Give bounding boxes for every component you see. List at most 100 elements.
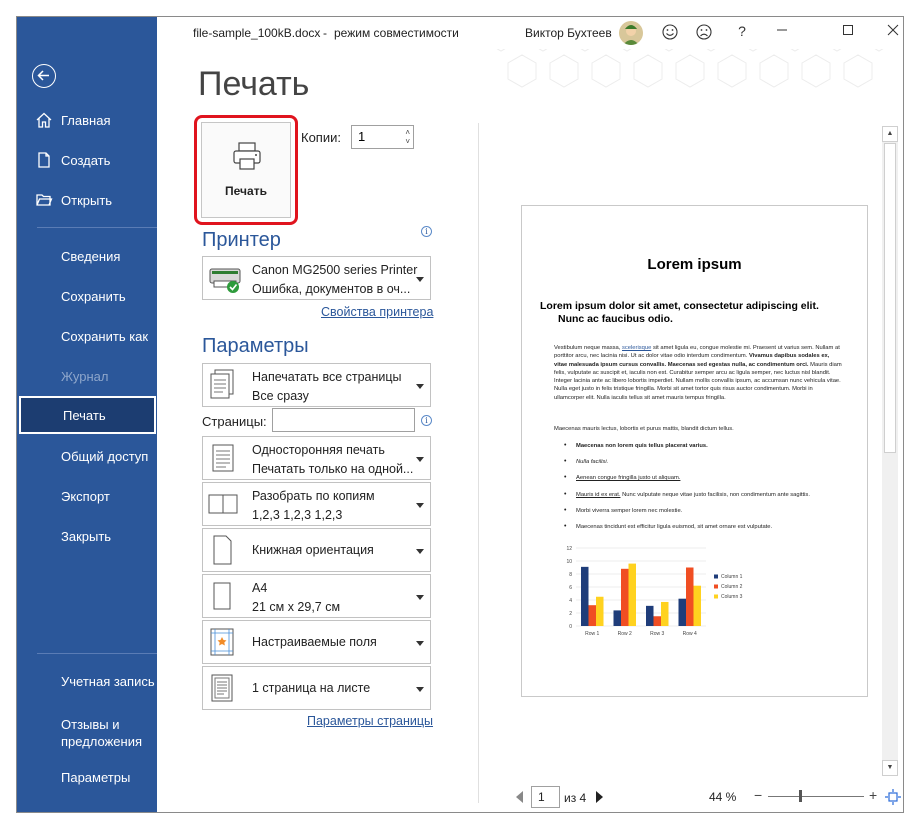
sidebar-item-close[interactable]: Закрыть [17,517,157,555]
list-item-text: Aenean congue fringilla justo ut aliquam… [576,475,681,482]
collate-dropdown[interactable]: Разобрать по копиям 1,2,3 1,2,3 1,2,3 [202,482,431,526]
sidebar-item-export[interactable]: Экспорт [17,477,157,515]
next-page-icon[interactable] [595,790,605,804]
setting-line1: A4 [252,581,268,595]
chart-legend-swatch [714,594,718,599]
chevron-up-icon[interactable]: ˄ [405,128,410,137]
page-title: Печать [198,65,310,103]
chevron-down-icon [416,503,424,508]
sidebar-item-home[interactable]: Главная [17,101,157,139]
sidebar-item-label: Учетная запись [61,673,155,689]
sidebar-item-label: Закрыть [61,528,112,544]
sidebar-item-label: Общий доступ [61,448,149,464]
fit-to-window-icon[interactable] [885,789,901,805]
doc-paragraph-2: Maecenas mauris lectus, lobortis et puru… [554,426,734,432]
user-name[interactable]: Виктор Бухтеев [525,26,612,40]
sidebar-item-save[interactable]: Сохранить [17,277,157,315]
printer-status: Ошибка, документов в оч... [252,282,411,296]
setting-line2: 21 см x 29,7 см [252,600,341,614]
page-number-input[interactable]: 1 [531,786,560,808]
maximize-icon[interactable] [838,23,858,43]
help-button[interactable]: ? [732,23,752,43]
printer-dropdown[interactable]: Canon MG2500 series Printer Ошибка, доку… [202,256,431,300]
chart-y-tick-label: 10 [566,559,572,565]
chart-legend-swatch [714,584,718,589]
sidebar-item-print[interactable]: Печать [19,396,156,434]
chart-bar [621,568,629,626]
margins-dropdown[interactable]: Настраиваемые поля [202,620,431,664]
word-window: Главная Создать Открыть Сведения Сохрани… [16,16,904,813]
pages-stack-icon [207,368,237,407]
orientation-dropdown[interactable]: Книжная ориентация [202,528,431,572]
panel-divider [478,123,479,803]
params-section-title: Параметры [202,335,309,357]
chart-bar [613,610,621,626]
avatar[interactable] [619,21,643,45]
title-bar: file-sample_100kB.docx - режим совместим… [157,17,903,49]
close-icon[interactable] [883,23,903,43]
one-sided-icon [207,441,237,480]
chart-y-tick-label: 12 [566,546,572,552]
margins-icon [207,625,237,664]
chevron-down-icon [416,595,424,600]
chart-bar [581,566,589,626]
sidebar-item-history: Журнал [17,357,157,395]
print-range-dropdown[interactable]: Напечатать все страницы Все сразу [202,363,431,407]
sidebar-item-options[interactable]: Параметры [17,758,157,796]
compatibility-mode: режим совместимости [334,26,459,40]
scroll-thumb[interactable] [884,143,896,453]
minimize-icon[interactable] [772,23,792,43]
sidebar-item-account[interactable]: Учетная запись [17,662,157,700]
chevron-down-icon[interactable]: ˅ [405,137,410,146]
sidebar-item-info[interactable]: Сведения [17,237,157,275]
chart-legend-label: Column 3 [721,594,743,600]
list-item-text-rest: Nunc vulputate neque vitae justo facilis… [620,491,810,498]
sidebar-item-feedback[interactable]: Отзывы и предложения [17,711,157,755]
setting-line2: Все сразу [252,389,309,403]
copies-stepper[interactable]: 1 ˄ ˅ [351,125,414,149]
sides-dropdown[interactable]: Односторонняя печать Печатать только на … [202,436,431,480]
page-setup-link[interactable]: Параметры страницы [307,714,433,728]
zoom-slider-thumb[interactable] [799,790,802,802]
frown-feedback-icon[interactable] [694,23,714,43]
pages-per-sheet-icon [207,671,237,710]
scroll-up-icon[interactable]: ▲ [882,126,898,142]
info-icon[interactable]: i [421,415,432,426]
list-item: Maecenas non lorem quis tellus placerat … [564,442,854,450]
setting-line2: 1,2,3 1,2,3 1,2,3 [252,508,343,522]
zoom-out-button[interactable]: − [754,787,762,803]
printer-name: Canon MG2500 series Printer [252,263,418,277]
zoom-in-button[interactable]: + [869,787,877,803]
doc-heading-line2: Nunc ac faucibus odio. [558,313,673,325]
sidebar-item-save-as[interactable]: Сохранить как [17,317,157,355]
list-item: Morbi viverra semper lorem nec molestie. [564,507,854,515]
scroll-down-icon[interactable]: ▼ [882,760,898,776]
chart-bar [646,605,654,626]
sidebar-item-share[interactable]: Общий доступ [17,437,157,475]
chevron-down-icon [416,687,424,692]
zoom-level[interactable]: 44 % [709,790,736,804]
sidebar-divider [37,653,157,654]
pages-label: Страницы: [202,414,267,429]
back-arrow-icon[interactable] [32,64,56,88]
preview-scrollbar[interactable]: ▲ ▼ [882,126,898,776]
chart-bar [678,598,686,626]
pages-input[interactable] [272,408,415,432]
sidebar-item-label: Экспорт [61,488,110,504]
zoom-slider[interactable] [768,796,864,797]
info-icon[interactable]: i [421,226,432,237]
pages-per-sheet-dropdown[interactable]: 1 страница на листе [202,666,431,710]
printer-properties-link[interactable]: Свойства принтера [321,305,433,319]
copies-value: 1 [358,129,366,144]
setting-line1: Напечатать все страницы [252,370,402,384]
paper-icon [207,579,237,618]
sidebar-item-new[interactable]: Создать [17,141,157,179]
chart-y-tick-label: 2 [569,611,572,617]
list-item: Maecenas tincidunt est efficitur ligula … [564,523,854,531]
previous-page-icon[interactable] [514,790,524,804]
smile-feedback-icon[interactable] [660,23,680,43]
list-item-text: Maecenas non lorem quis tellus placerat … [576,443,708,449]
paper-size-dropdown[interactable]: A4 21 см x 29,7 см [202,574,431,618]
sidebar-item-open[interactable]: Открыть [17,181,157,219]
chart-y-tick-label: 4 [569,598,572,604]
